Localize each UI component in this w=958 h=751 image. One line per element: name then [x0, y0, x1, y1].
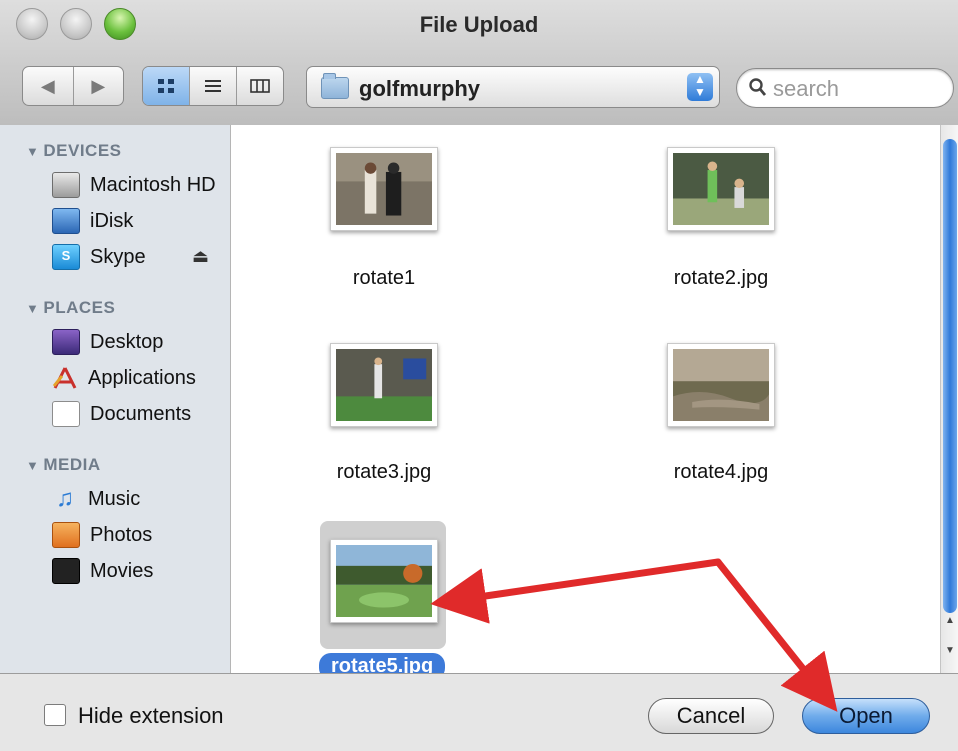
- icon-view-icon: [158, 79, 174, 93]
- column-view-icon: [250, 79, 270, 93]
- file-name: rotate2.jpg: [673, 267, 769, 289]
- window-title: File Upload: [419, 12, 539, 37]
- sidebar-item-label: Music: [88, 487, 141, 510]
- back-arrow-icon: ◀: [40, 75, 55, 96]
- open-button[interactable]: Open: [802, 698, 930, 734]
- title-bar: File Upload ◀ ▶ golfmurphy ▲ ▼ search: [0, 0, 958, 126]
- file-name: rotate3.jpg: [336, 461, 432, 483]
- sidebar-item-music[interactable]: ♫ Music: [52, 484, 140, 514]
- file-item-rotate1[interactable]: rotate1: [284, 143, 484, 303]
- search-input[interactable]: [771, 75, 945, 103]
- sidebar-item-desktop[interactable]: Desktop: [52, 327, 163, 357]
- file-browser: rotate1 rotate2.jpg rotate3.jpg rotate4.…: [231, 125, 940, 673]
- back-button[interactable]: ◀: [23, 67, 73, 105]
- sidebar-item-label: Skype: [90, 245, 146, 268]
- file-thumbnail: [330, 147, 438, 231]
- search-field[interactable]: [736, 68, 954, 108]
- forward-arrow-icon: ▶: [91, 75, 106, 96]
- sidebar-item-label: Movies: [90, 559, 154, 582]
- sidebar-item-label: Desktop: [90, 330, 164, 353]
- music-icon: ♫: [56, 485, 74, 512]
- column-view-button[interactable]: [236, 67, 283, 105]
- dialog-footer: Hide extension Cancel Open: [0, 673, 958, 751]
- scroll-up-arrow-icon[interactable]: ▲: [945, 615, 955, 626]
- disclosure-triangle-icon: ▼: [26, 458, 40, 473]
- sidebar-section-media[interactable]: ▼ MEDIA: [26, 455, 101, 475]
- search-icon: [749, 77, 767, 103]
- disclosure-triangle-icon: ▼: [26, 144, 40, 159]
- sidebar-item-label: Macintosh HD: [90, 173, 216, 196]
- view-mode-group: [142, 66, 284, 106]
- scrollbar-thumb[interactable]: [943, 139, 957, 613]
- file-item-rotate3[interactable]: rotate3.jpg: [284, 343, 484, 503]
- sidebar-item-macintosh-hd[interactable]: Macintosh HD: [52, 170, 216, 200]
- sidebar-item-label: Photos: [90, 523, 153, 546]
- applications-icon: [52, 366, 78, 390]
- sidebar-item-label: iDisk: [90, 209, 134, 232]
- list-view-button[interactable]: [189, 67, 236, 105]
- sidebar-section-devices[interactable]: ▼ DEVICES: [26, 141, 122, 161]
- sidebar-item-idisk[interactable]: iDisk: [52, 206, 133, 236]
- file-thumbnail: [330, 343, 438, 427]
- file-upload-dialog: File Upload ◀ ▶ golfmurphy ▲ ▼ search ▼ …: [0, 0, 958, 751]
- location-popup[interactable]: golfmurphy ▲ ▼: [306, 66, 720, 108]
- file-name: rotate1: [352, 267, 416, 289]
- photos-icon: [52, 522, 80, 548]
- location-label: golfmurphy: [359, 76, 480, 101]
- sidebar-item-label: Documents: [90, 402, 192, 425]
- sidebar-section-places[interactable]: ▼ PLACES: [26, 298, 115, 318]
- file-item-rotate4[interactable]: rotate4.jpg: [621, 343, 821, 503]
- hide-extension-checkbox[interactable]: [44, 704, 66, 726]
- file-thumbnail: [667, 343, 775, 427]
- scroll-down-arrow-icon[interactable]: ▼: [945, 645, 955, 656]
- disclosure-triangle-icon: ▼: [26, 301, 40, 316]
- file-name: rotate4.jpg: [673, 461, 769, 483]
- documents-icon: [52, 401, 80, 427]
- sidebar-item-applications[interactable]: Applications: [52, 363, 196, 393]
- hide-extension-label: Hide extension: [78, 703, 224, 728]
- icon-view-button[interactable]: [143, 67, 189, 105]
- file-item-rotate2[interactable]: rotate2.jpg: [621, 143, 821, 303]
- list-view-icon: [205, 80, 221, 92]
- sidebar-item-documents[interactable]: Documents: [52, 399, 191, 429]
- desktop-icon: [52, 329, 80, 355]
- vertical-scrollbar[interactable]: ▲ ▼: [940, 125, 958, 673]
- eject-icon[interactable]: ⏏: [192, 246, 209, 267]
- popup-updown-arrows-icon: ▲ ▼: [687, 73, 713, 101]
- file-thumbnail: [330, 539, 438, 623]
- forward-button[interactable]: ▶: [72, 67, 124, 105]
- cancel-button[interactable]: Cancel: [648, 698, 774, 734]
- file-item-rotate5[interactable]: rotate5.jpg: [284, 521, 484, 673]
- sidebar: ▼ DEVICES Macintosh HD iDisk S Skype ⏏ ▼ PL…: [0, 125, 231, 673]
- sidebar-item-photos[interactable]: Photos: [52, 520, 152, 550]
- idisk-icon: [52, 208, 80, 234]
- movies-icon: [52, 558, 80, 584]
- sidebar-item-movies[interactable]: Movies: [52, 556, 153, 586]
- back-forward-group: ◀ ▶: [22, 66, 124, 106]
- skype-icon: S: [52, 244, 80, 270]
- selected-file-name: rotate5.jpg: [319, 653, 446, 673]
- folder-icon: [321, 73, 349, 99]
- hard-drive-icon: [52, 172, 80, 198]
- file-thumbnail: [667, 147, 775, 231]
- sidebar-item-label: Applications: [88, 366, 196, 389]
- sidebar-item-skype[interactable]: S Skype: [52, 242, 146, 272]
